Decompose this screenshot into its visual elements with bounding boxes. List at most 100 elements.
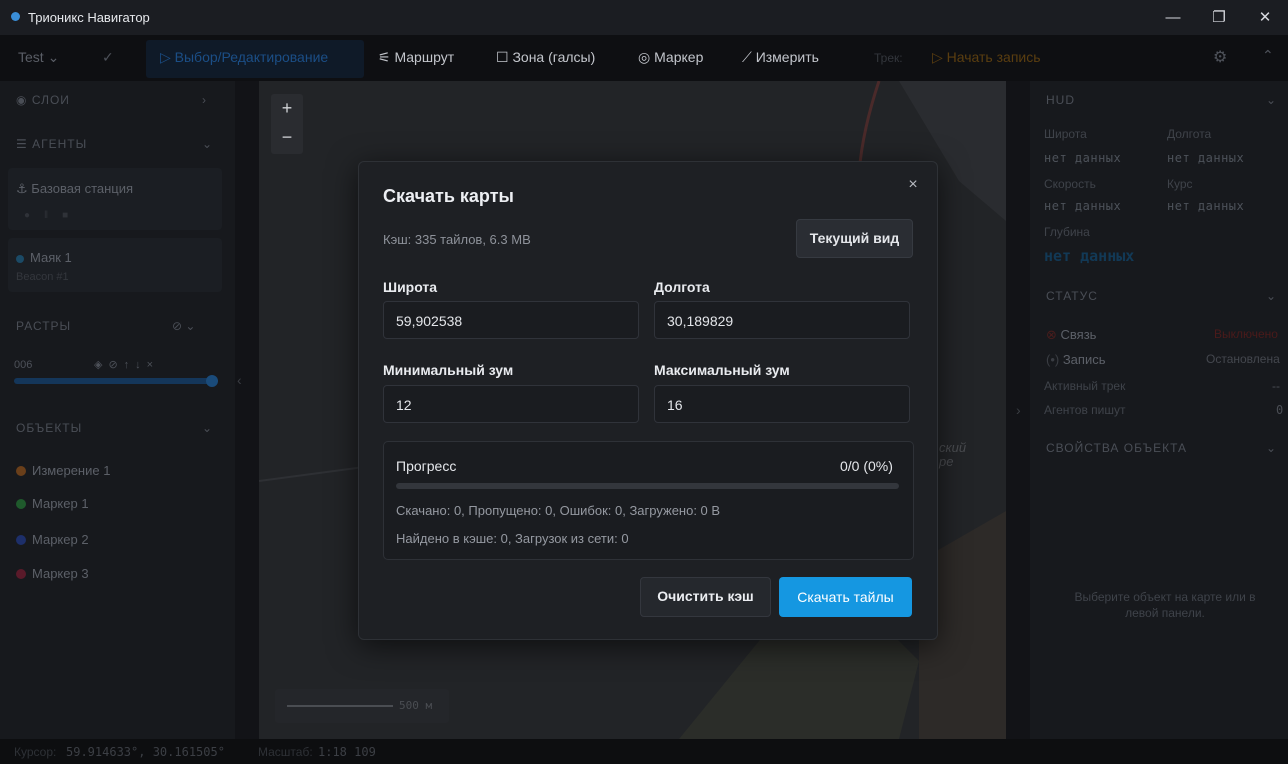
project-dropdown[interactable]: Test ⌄: [18, 49, 59, 66]
active-track-value: --: [1272, 379, 1280, 393]
object-item[interactable]: Измерение 1: [16, 463, 110, 478]
layers-header[interactable]: ◉ СЛОИ: [16, 93, 70, 107]
collapse-left-icon[interactable]: ‹: [237, 372, 242, 388]
agents-label: АГЕНТЫ: [32, 137, 88, 151]
gear-icon[interactable]: ⚙: [1213, 47, 1227, 67]
object-label: Маркер 1: [32, 496, 89, 511]
start-record-label: Начать запись: [946, 49, 1041, 65]
chevron-up-icon[interactable]: ⌃: [1262, 47, 1274, 64]
route-button[interactable]: ⚟ Маршрут: [378, 49, 454, 66]
latitude-input[interactable]: 59,902538: [383, 301, 639, 339]
square-icon: ☐: [496, 49, 513, 65]
zoom-in-button[interactable]: +: [271, 94, 303, 124]
object-dot: [16, 466, 26, 476]
close-icon[interactable]: ×: [903, 176, 923, 196]
restore-button[interactable]: ❐: [1196, 0, 1242, 35]
object-props-hint: Выберите объект на карте или в левой пан…: [1074, 590, 1256, 620]
anchor-icon: ⚓: [16, 181, 32, 196]
status-header[interactable]: СТАТУС: [1046, 289, 1098, 303]
route-icon: ⚟: [378, 49, 395, 65]
chevron-right-icon[interactable]: ›: [202, 93, 206, 107]
beacon-sub: Beacon #1: [16, 271, 69, 283]
chevron-down-icon[interactable]: ⌄: [202, 137, 212, 151]
lat-value: нет данных: [1044, 151, 1122, 165]
play-icon: ▷: [932, 49, 947, 65]
current-view-button[interactable]: Текущий вид: [796, 219, 913, 258]
object-label: Маркер 2: [32, 532, 89, 547]
raster-item-name: 006: [14, 359, 33, 371]
minimize-button[interactable]: —: [1150, 0, 1196, 35]
download-tiles-button[interactable]: Скачать тайлы: [779, 577, 912, 617]
base-station-title: ⚓ Базовая станция: [16, 181, 133, 197]
clear-cache-button[interactable]: Очистить кэш: [640, 577, 771, 617]
check-icon[interactable]: ✓: [102, 49, 114, 66]
lat-label: Широта: [1044, 127, 1087, 141]
zone-button[interactable]: ☐ Зона (галсы): [496, 49, 595, 66]
route-label: Маршрут: [394, 49, 455, 65]
right-panel: HUD ⌄ Широта Долгота нет данных нет данн…: [1030, 81, 1288, 739]
beacon-card[interactable]: Маяк 1 Beacon #1: [8, 238, 222, 292]
dialog-title: Скачать карты: [383, 186, 514, 206]
window-title: Трионикс Навигатор: [28, 10, 150, 25]
status-bar: Курсор: 59.914633°, 30.161505° Масштаб: …: [0, 739, 1288, 764]
left-panel: ◉ СЛОИ › ☰ АГЕНТЫ ⌄ ⚓ Базовая станция ●‖…: [0, 81, 235, 739]
chevron-down-icon[interactable]: ⌄: [202, 421, 212, 435]
mode-select-button[interactable]: ▷ Выбор/Редактирование: [160, 49, 328, 66]
max-zoom-label: Максимальный зум: [654, 362, 790, 378]
marker-button[interactable]: ◎ Маркер: [638, 49, 703, 66]
speed-label: Скорость: [1044, 177, 1096, 191]
project-label: Test: [18, 49, 44, 65]
longitude-label: Долгота: [654, 279, 710, 295]
eye-off-icon[interactable]: ⊘ ⌄: [172, 319, 195, 333]
hud-header[interactable]: HUD: [1046, 93, 1075, 107]
object-item[interactable]: Маркер 1: [16, 496, 89, 511]
base-station-card[interactable]: ⚓ Базовая станция ●‖■: [8, 168, 222, 230]
min-zoom-input[interactable]: 12: [383, 385, 639, 423]
chevron-down-icon[interactable]: ⌄: [1266, 441, 1276, 455]
lon-value: нет данных: [1167, 151, 1245, 165]
measure-button[interactable]: ⟋ Измерить: [742, 49, 819, 66]
zoom-out-button[interactable]: −: [271, 124, 303, 154]
scale-label: Масштаб:: [258, 745, 313, 759]
object-dot: [16, 569, 26, 579]
course-label: Курс: [1167, 177, 1193, 191]
object-item[interactable]: Маркер 2: [16, 532, 89, 547]
rasters-header[interactable]: РАСТРЫ: [16, 319, 71, 333]
object-props-header[interactable]: СВОЙСТВА ОБЪЕКТА: [1046, 441, 1187, 455]
measure-label: Измерить: [755, 49, 819, 65]
latitude-label: Широта: [383, 279, 438, 295]
raster-slider-handle[interactable]: [206, 375, 218, 387]
record-value: Остановлена: [1206, 352, 1280, 366]
title-bar: Трионикс Навигатор — ❐ ✕: [0, 0, 1288, 35]
start-record-button[interactable]: ▷ Начать запись: [932, 49, 1041, 66]
eye-icon: ◉: [16, 93, 32, 107]
course-value: нет данных: [1167, 199, 1245, 213]
agents-header[interactable]: ☰ АГЕНТЫ: [16, 137, 87, 151]
raster-item-actions[interactable]: ◈⊘↑↓×: [94, 358, 159, 371]
object-item[interactable]: Маркер 3: [16, 566, 89, 581]
objects-header[interactable]: ОБЪЕКТЫ: [16, 421, 82, 435]
close-window-button[interactable]: ✕: [1242, 0, 1288, 35]
progress-value: 0/0 (0%): [840, 458, 893, 474]
scale-bar-line: [287, 705, 393, 707]
chevron-down-icon[interactable]: ⌄: [1266, 289, 1276, 303]
scale-bar-label: 500 м: [399, 699, 433, 712]
track-label: Трек:: [874, 51, 903, 65]
link-label: Связь: [1060, 327, 1097, 342]
raster-opacity-slider[interactable]: [14, 378, 218, 384]
record-status: (•) Запись: [1046, 352, 1105, 367]
longitude-input[interactable]: 30,189829: [654, 301, 910, 339]
base-station-controls[interactable]: ●‖■: [24, 210, 82, 221]
object-dot: [16, 499, 26, 509]
download-maps-dialog: Скачать карты × Кэш: 335 тайлов, 6.3 MB …: [358, 161, 938, 640]
collapse-right-icon[interactable]: ›: [1016, 402, 1021, 418]
beacon-label: Маяк 1: [30, 250, 72, 265]
link-value: Выключено: [1214, 327, 1278, 341]
progress-panel: Прогресс 0/0 (0%) Скачано: 0, Пропущено:…: [383, 441, 914, 560]
active-track-label: Активный трек: [1044, 379, 1126, 393]
max-zoom-input[interactable]: 16: [654, 385, 910, 423]
object-label: Маркер 3: [32, 566, 89, 581]
speed-value: нет данных: [1044, 199, 1122, 213]
mode-select-label: Выбор/Редактирование: [174, 49, 329, 65]
chevron-down-icon[interactable]: ⌄: [1266, 93, 1276, 107]
